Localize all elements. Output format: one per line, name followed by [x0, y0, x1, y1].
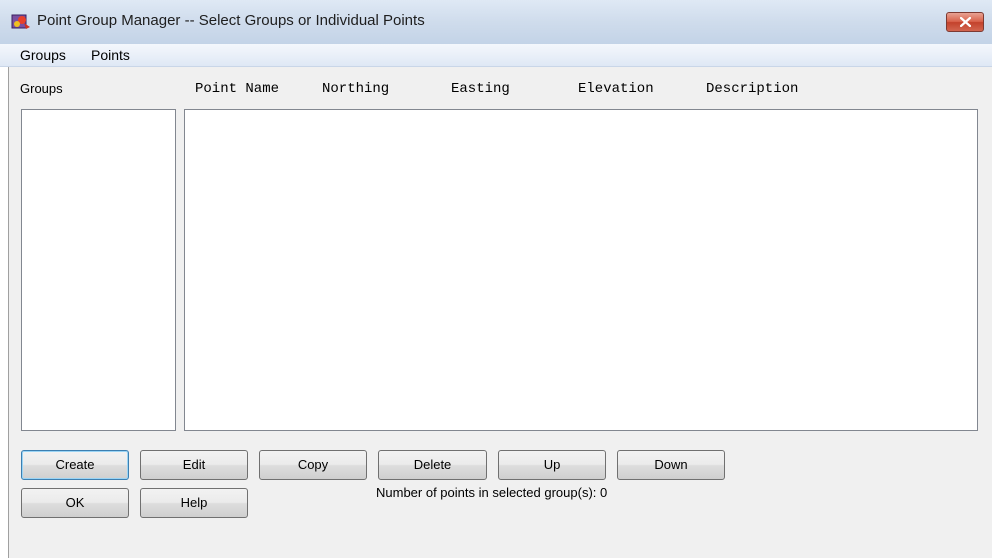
- delete-button[interactable]: Delete: [378, 450, 487, 480]
- column-header-description: Description: [706, 81, 799, 97]
- column-header-northing: Northing: [322, 81, 390, 97]
- column-header-easting: Easting: [451, 81, 510, 97]
- window-title: Point Group Manager -- Select Groups or …: [37, 12, 425, 29]
- menu-bar: Groups Points: [0, 44, 992, 67]
- close-button[interactable]: [946, 12, 984, 32]
- copy-button[interactable]: Copy: [259, 450, 367, 480]
- point-count-label: Number of points in selected group(s):: [376, 485, 597, 500]
- column-header-point-name: Point Name: [195, 81, 280, 97]
- point-count-status: Number of points in selected group(s): 0: [376, 485, 607, 500]
- create-button[interactable]: Create: [21, 450, 129, 480]
- point-group-manager-icon: [11, 13, 31, 31]
- groups-listbox[interactable]: [21, 109, 176, 431]
- point-group-manager-window: Point Group Manager -- Select Groups or …: [0, 0, 992, 558]
- menu-groups[interactable]: Groups: [20, 47, 66, 63]
- point-count-value: 0: [600, 485, 608, 500]
- edit-button[interactable]: Edit: [140, 450, 248, 480]
- title-bar[interactable]: Point Group Manager -- Select Groups or …: [0, 0, 992, 44]
- close-icon: [960, 17, 971, 27]
- points-listbox[interactable]: [184, 109, 978, 431]
- help-button[interactable]: Help: [140, 488, 248, 518]
- groups-label: Groups: [20, 81, 63, 96]
- column-header-elevation: Elevation: [578, 81, 654, 97]
- up-button[interactable]: Up: [498, 450, 606, 480]
- down-button[interactable]: Down: [617, 450, 725, 480]
- dialog-body: Groups Point Name Northing Easting Eleva…: [8, 67, 992, 558]
- menu-points[interactable]: Points: [91, 47, 130, 63]
- ok-button[interactable]: OK: [21, 488, 129, 518]
